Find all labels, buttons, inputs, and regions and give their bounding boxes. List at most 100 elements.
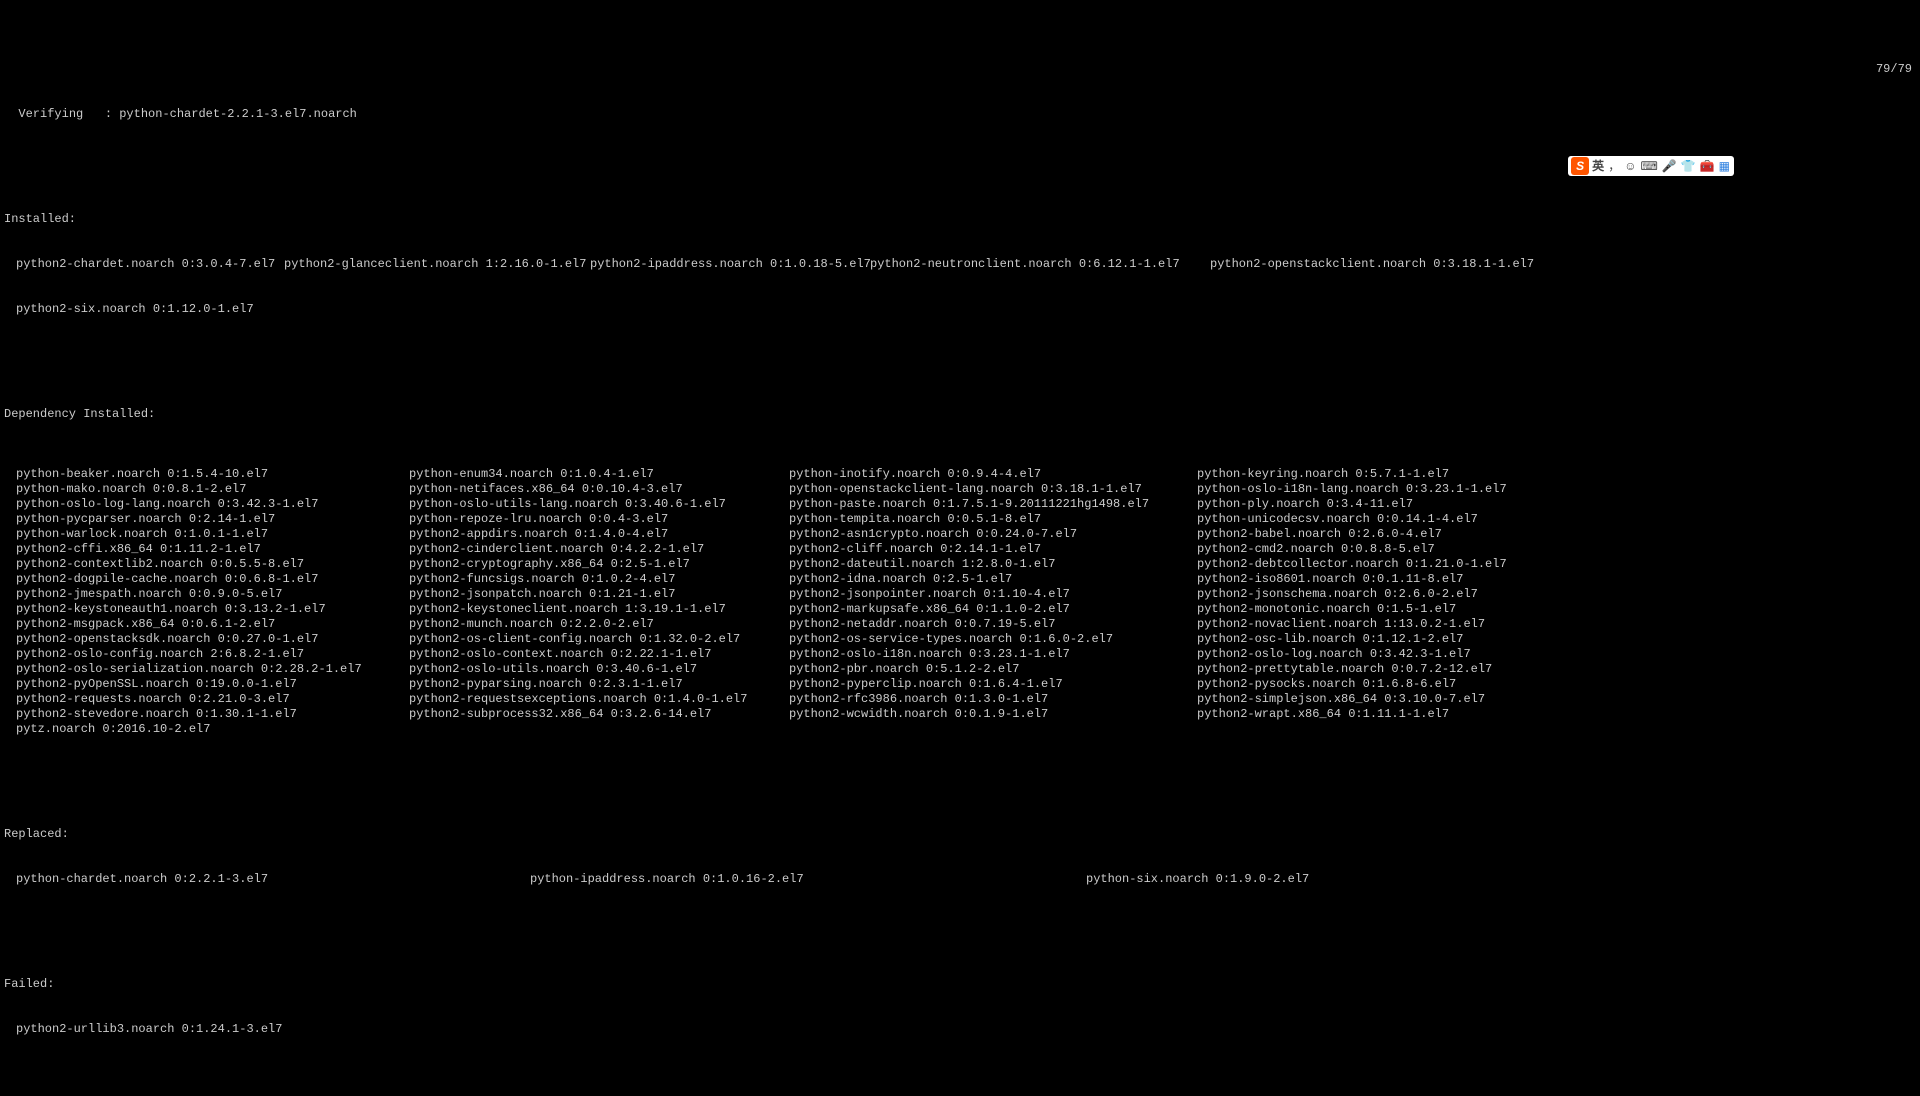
ime-menu-icon[interactable]: ▦ [1718, 159, 1731, 174]
package-item: python2-wcwidth.noarch 0:0.1.9-1.el7 [789, 707, 1197, 722]
package-item: python2-jsonpointer.noarch 0:1.10-4.el7 [789, 587, 1197, 602]
package-item: python2-pbr.noarch 0:5.1.2-2.el7 [789, 662, 1197, 677]
ime-toolbox-icon[interactable]: 🧰 [1699, 159, 1716, 174]
ime-skin-icon[interactable]: 👕 [1680, 159, 1697, 174]
replaced-header: Replaced: [4, 827, 1916, 842]
package-item: python2-oslo-utils.noarch 0:3.40.6-1.el7 [409, 662, 789, 677]
package-item: python2-oslo-i18n.noarch 0:3.23.1-1.el7 [789, 647, 1197, 662]
package-item: python-oslo-i18n-lang.noarch 0:3.23.1-1.… [1197, 482, 1916, 497]
package-item: python2-monotonic.noarch 0:1.5-1.el7 [1197, 602, 1916, 617]
ime-emoji-icon[interactable]: ☺ [1623, 159, 1637, 174]
ime-toolbar[interactable]: S 英 ， ☺ ⌨ 🎤 👕 🧰 ▦ [1568, 156, 1734, 176]
package-item: python2-stevedore.noarch 0:1.30.1-1.el7 [4, 707, 409, 722]
package-item: python-paste.noarch 0:1.7.5.1-9.20111221… [789, 497, 1197, 512]
dependency-row: python2-oslo-serialization.noarch 0:2.28… [4, 662, 1916, 677]
package-item: python2-markupsafe.x86_64 0:1.1.0-2.el7 [789, 602, 1197, 617]
package-item: python2-pyparsing.noarch 0:2.3.1-1.el7 [409, 677, 789, 692]
package-item: python2-os-client-config.noarch 0:1.32.0… [409, 632, 789, 647]
failed-pkg: python2-urllib3.noarch 0:1.24.1-3.el7 [4, 1022, 1916, 1037]
package-item: python2-appdirs.noarch 0:1.4.0-4.el7 [409, 527, 789, 542]
dependency-row: python2-jmespath.noarch 0:0.9.0-5.el7pyt… [4, 587, 1916, 602]
package-item: python2-pyperclip.noarch 0:1.6.4-1.el7 [789, 677, 1197, 692]
package-item: python2-osc-lib.noarch 0:1.12.1-2.el7 [1197, 632, 1916, 647]
dependency-row: python2-openstacksdk.noarch 0:0.27.0-1.e… [4, 632, 1916, 647]
dependency-row: python2-oslo-config.noarch 2:6.8.2-1.el7… [4, 647, 1916, 662]
package-item: python-oslo-utils-lang.noarch 0:3.40.6-1… [409, 497, 789, 512]
ime-keyboard-icon[interactable]: ⌨ [1639, 159, 1658, 174]
dependency-row: python2-contextlib2.noarch 0:0.5.5-8.el7… [4, 557, 1916, 572]
package-item: python2-cmd2.noarch 0:0.8.8-5.el7 [1197, 542, 1916, 557]
package-item: python-openstackclient-lang.noarch 0:3.1… [789, 482, 1197, 497]
verifying-line: Verifying : python-chardet-2.2.1-3.el7.n… [4, 107, 1916, 122]
package-item: python2-debtcollector.noarch 0:1.21.0-1.… [1197, 557, 1916, 572]
package-item: python2-cliff.noarch 0:2.14.1-1.el7 [789, 542, 1197, 557]
failed-header: Failed: [4, 977, 1916, 992]
package-item: python2-idna.noarch 0:2.5-1.el7 [789, 572, 1197, 587]
package-item: python-ply.noarch 0:3.4-11.el7 [1197, 497, 1916, 512]
dependency-row: python-oslo-log-lang.noarch 0:3.42.3-1.e… [4, 497, 1916, 512]
package-item: python-netifaces.x86_64 0:0.10.4-3.el7 [409, 482, 789, 497]
ime-lang-toggle[interactable]: 英 [1591, 159, 1605, 174]
package-item: python2-oslo-serialization.noarch 0:2.28… [4, 662, 409, 677]
package-item: python2-munch.noarch 0:2.2.0-2.el7 [409, 617, 789, 632]
package-item: python2-cinderclient.noarch 0:4.2.2-1.el… [409, 542, 789, 557]
replaced-row: python-chardet.noarch 0:2.2.1-3.el7 pyth… [4, 872, 1916, 887]
package-item [409, 722, 789, 737]
package-item: python-mako.noarch 0:0.8.1-2.el7 [4, 482, 409, 497]
dependency-row: python-mako.noarch 0:0.8.1-2.el7python-n… [4, 482, 1916, 497]
dependency-row: python-beaker.noarch 0:1.5.4-10.el7pytho… [4, 467, 1916, 482]
package-item: python2-jsonpatch.noarch 0:1.21-1.el7 [409, 587, 789, 602]
package-item: pytz.noarch 0:2016.10-2.el7 [4, 722, 409, 737]
package-item: python2-novaclient.noarch 1:13.0.2-1.el7 [1197, 617, 1916, 632]
dependency-row: python2-stevedore.noarch 0:1.30.1-1.el7p… [4, 707, 1916, 722]
package-item: python2-jsonschema.noarch 0:2.6.0-2.el7 [1197, 587, 1916, 602]
package-item [789, 722, 1197, 737]
package-item: python2-rfc3986.noarch 0:1.3.0-1.el7 [789, 692, 1197, 707]
package-item: python2-oslo-config.noarch 2:6.8.2-1.el7 [4, 647, 409, 662]
dependency-row: python2-msgpack.x86_64 0:0.6.1-2.el7pyth… [4, 617, 1916, 632]
package-item: python-beaker.noarch 0:1.5.4-10.el7 [4, 467, 409, 482]
package-item: python2-babel.noarch 0:2.6.0-4.el7 [1197, 527, 1916, 542]
package-item: python-unicodecsv.noarch 0:0.14.1-4.el7 [1197, 512, 1916, 527]
package-item: python2-oslo-log.noarch 0:3.42.3-1.el7 [1197, 647, 1916, 662]
dependency-row: python2-cffi.x86_64 0:1.11.2-1.el7python… [4, 542, 1916, 557]
package-item: python2-msgpack.x86_64 0:0.6.1-2.el7 [4, 617, 409, 632]
sogou-logo-icon[interactable]: S [1571, 157, 1589, 175]
package-item: python2-wrapt.x86_64 0:1.11.1-1.el7 [1197, 707, 1916, 722]
package-item: python2-pysocks.noarch 0:1.6.8-6.el7 [1197, 677, 1916, 692]
ime-punct-icon[interactable]: ， [1607, 159, 1621, 174]
package-item: python2-contextlib2.noarch 0:0.5.5-8.el7 [4, 557, 409, 572]
package-item: python2-funcsigs.noarch 0:1.0.2-4.el7 [409, 572, 789, 587]
package-item: python-enum34.noarch 0:1.0.4-1.el7 [409, 467, 789, 482]
package-item: python2-pyOpenSSL.noarch 0:19.0.0-1.el7 [4, 677, 409, 692]
package-item: python2-jmespath.noarch 0:0.9.0-5.el7 [4, 587, 409, 602]
dependency-row: python-warlock.noarch 0:1.0.1-1.el7pytho… [4, 527, 1916, 542]
package-item: python-inotify.noarch 0:0.9.4-4.el7 [789, 467, 1197, 482]
package-item: python2-simplejson.x86_64 0:3.10.0-7.el7 [1197, 692, 1916, 707]
package-item: python2-subprocess32.x86_64 0:3.2.6-14.e… [409, 707, 789, 722]
dependency-row: python-pycparser.noarch 0:2.14-1.el7pyth… [4, 512, 1916, 527]
package-item: python2-dateutil.noarch 1:2.8.0-1.el7 [789, 557, 1197, 572]
package-item: python2-dogpile-cache.noarch 0:0.6.8-1.e… [4, 572, 409, 587]
package-item: python2-iso8601.noarch 0:0.1.11-8.el7 [1197, 572, 1916, 587]
package-item: python2-asn1crypto.noarch 0:0.24.0-7.el7 [789, 527, 1197, 542]
package-item: python2-prettytable.noarch 0:0.7.2-12.el… [1197, 662, 1916, 677]
dependency-row: python2-pyOpenSSL.noarch 0:19.0.0-1.el7p… [4, 677, 1916, 692]
dependency-header: Dependency Installed: [4, 407, 1916, 422]
ime-voice-icon[interactable]: 🎤 [1661, 159, 1678, 174]
package-item: python2-requestsexceptions.noarch 0:1.4.… [409, 692, 789, 707]
installed-header: Installed: [4, 212, 1916, 227]
package-item: python2-cryptography.x86_64 0:2.5-1.el7 [409, 557, 789, 572]
package-item: python-warlock.noarch 0:1.0.1-1.el7 [4, 527, 409, 542]
dependency-row: python2-requests.noarch 0:2.21.0-3.el7py… [4, 692, 1916, 707]
package-item: python2-requests.noarch 0:2.21.0-3.el7 [4, 692, 409, 707]
progress-indicator: 79/79 [1876, 62, 1912, 77]
package-item: python-repoze-lru.noarch 0:0.4-3.el7 [409, 512, 789, 527]
package-item: python2-netaddr.noarch 0:0.7.19-5.el7 [789, 617, 1197, 632]
package-item: python-tempita.noarch 0:0.5.1-8.el7 [789, 512, 1197, 527]
package-item: python2-os-service-types.noarch 0:1.6.0-… [789, 632, 1197, 647]
package-item: python2-keystoneauth1.noarch 0:3.13.2-1.… [4, 602, 409, 617]
terminal-output[interactable]: 79/79 Verifying : python-chardet-2.2.1-3… [0, 60, 1920, 1096]
package-item: python-keyring.noarch 0:5.7.1-1.el7 [1197, 467, 1916, 482]
package-item: python2-openstacksdk.noarch 0:0.27.0-1.e… [4, 632, 409, 647]
